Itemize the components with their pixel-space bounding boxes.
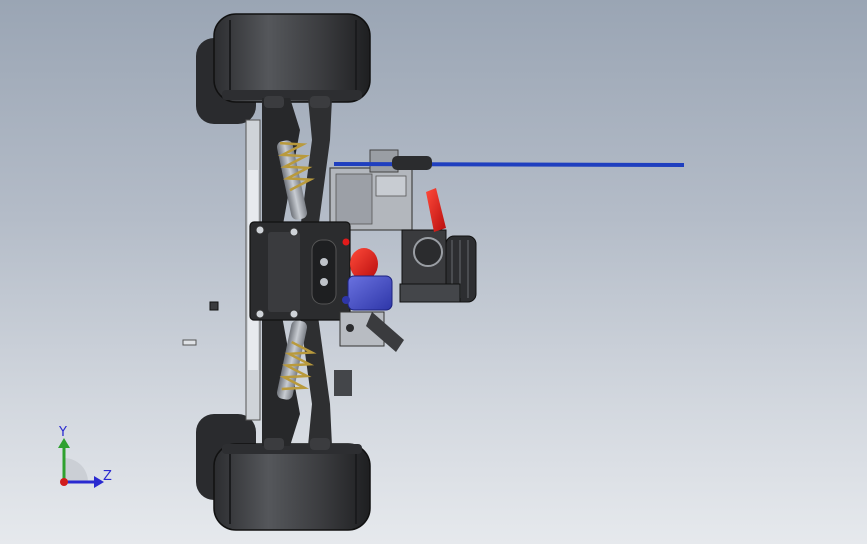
top-front-wheel [213,13,371,103]
bottom-front-wheel [213,443,371,531]
front-bulkhead [249,221,351,321]
steering-linkage [334,311,404,396]
cad-viewport[interactable]: Y Z [0,0,867,544]
loose-screw [209,301,219,311]
loose-pin [182,339,197,346]
rc-car-chassis-model[interactable] [0,0,867,544]
carburetor-assembly [399,229,477,303]
red-exhaust-pipe [426,188,446,232]
red-fuel-part [350,248,378,280]
blue-servo [342,275,393,311]
